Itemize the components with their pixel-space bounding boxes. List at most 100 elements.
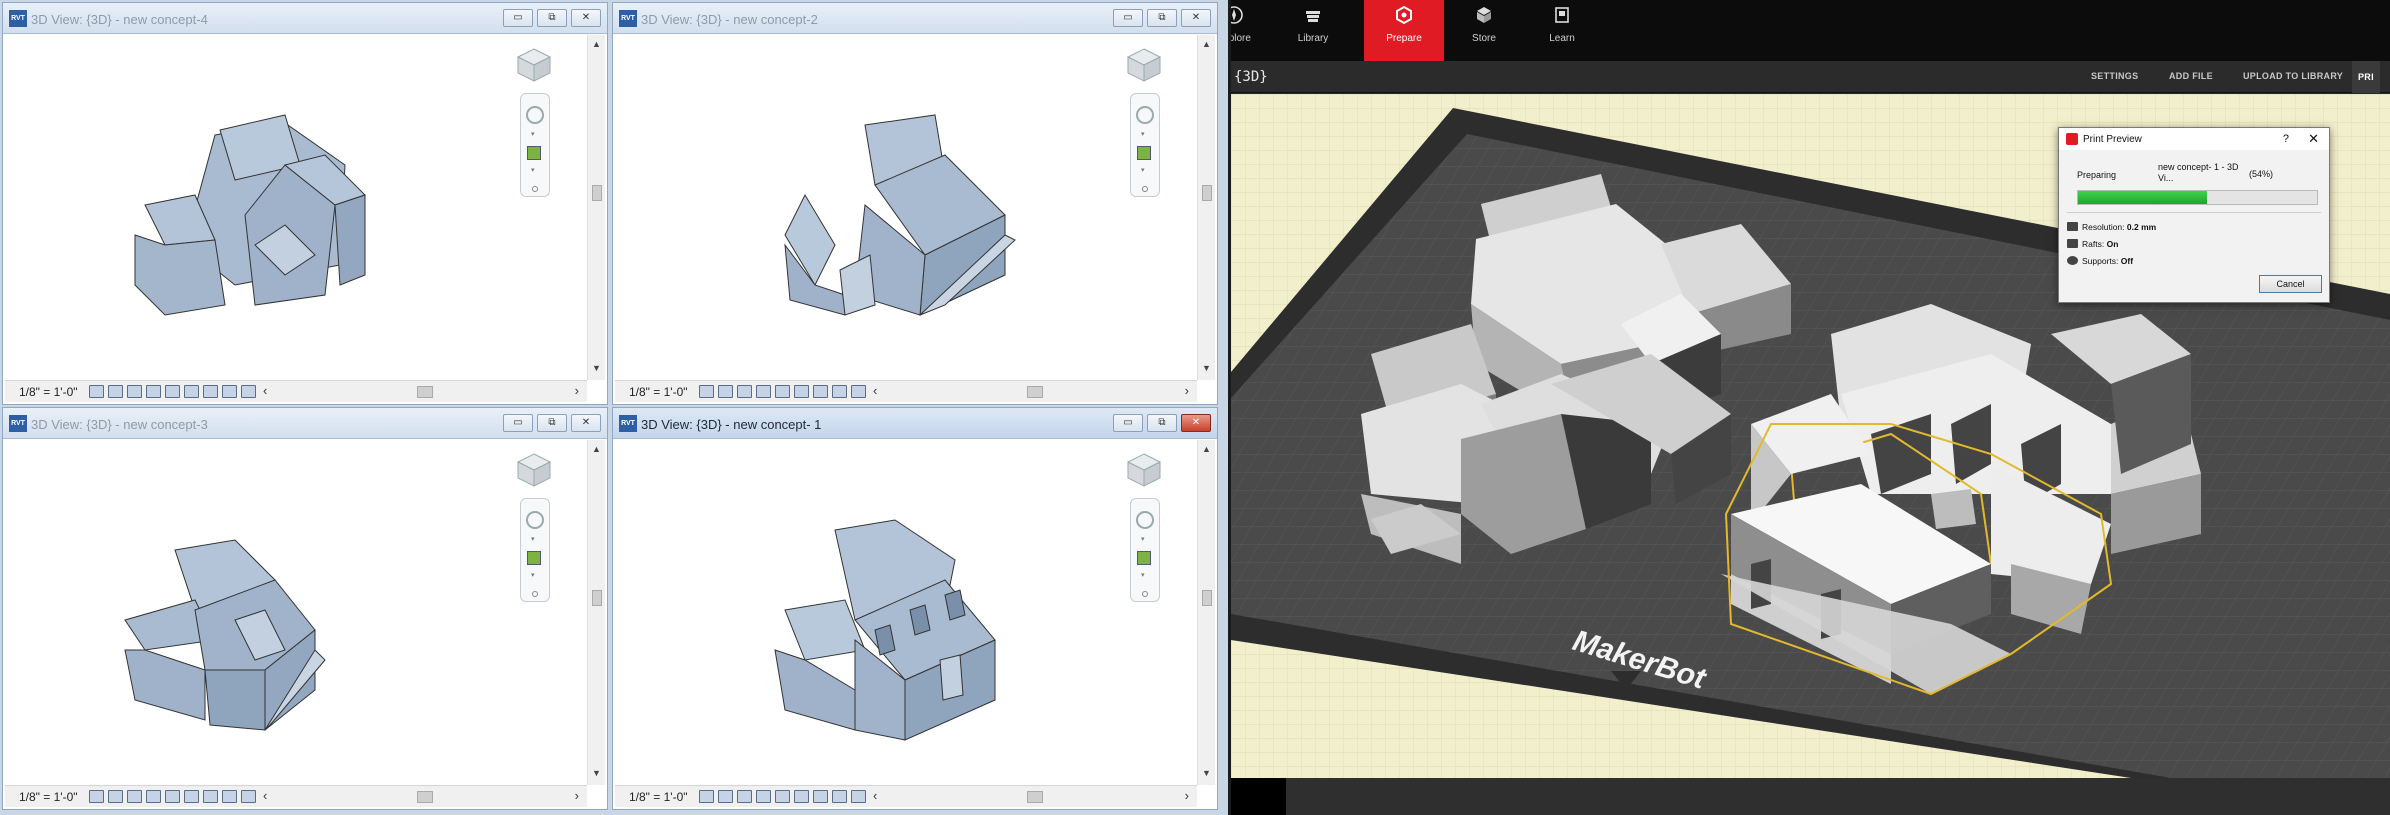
crop-view-icon[interactable]	[794, 790, 809, 803]
close-button[interactable]: ✕	[571, 414, 601, 432]
revit-view-pane[interactable]: RVT 3D View: {3D} - new concept-4 ▭ ⧉ ✕ …	[2, 2, 608, 405]
zoom-region-icon[interactable]	[527, 146, 541, 160]
scroll-left-icon[interactable]: ‹	[873, 788, 877, 803]
vertical-scrollbar[interactable]: ▲ ▼	[587, 440, 605, 785]
scroll-thumb[interactable]	[592, 185, 602, 201]
horizontal-scroll-thumb[interactable]	[1027, 791, 1043, 803]
scroll-left-icon[interactable]: ‹	[263, 383, 267, 398]
horizontal-scroll-thumb[interactable]	[417, 791, 433, 803]
zoom-region-icon[interactable]	[1137, 551, 1151, 565]
scroll-right-icon[interactable]: ›	[575, 383, 579, 398]
scroll-right-icon[interactable]: ›	[1185, 383, 1189, 398]
dropdown-arrow-icon[interactable]: ▾	[531, 130, 535, 138]
navigation-bar[interactable]: ▾ ▾	[520, 498, 550, 602]
crop-view-icon[interactable]	[794, 385, 809, 398]
steering-wheel-icon[interactable]	[1136, 511, 1154, 529]
crop-view-icon[interactable]	[184, 790, 199, 803]
revit-view-pane[interactable]: RVT 3D View: {3D} - new concept- 1 ▭ ⧉ ✕…	[612, 407, 1218, 810]
view-scale[interactable]: 1/8" = 1'-0"	[19, 790, 78, 804]
dropdown-arrow-icon[interactable]: ▾	[1141, 166, 1145, 174]
show-crop-icon[interactable]	[813, 385, 828, 398]
navbar-options-icon[interactable]	[1142, 591, 1148, 597]
navbar-options-icon[interactable]	[532, 591, 538, 597]
navbar-options-icon[interactable]	[532, 186, 538, 192]
scroll-thumb[interactable]	[1202, 590, 1212, 606]
render-icon[interactable]	[775, 790, 790, 803]
detail-level-icon[interactable]	[699, 385, 714, 398]
pane-title-bar[interactable]: RVT 3D View: {3D} - new concept-3 ▭ ⧉ ✕	[3, 408, 607, 439]
nav-learn[interactable]: Learn	[1522, 0, 1602, 61]
model-viewport[interactable]: ▾ ▾	[5, 440, 586, 785]
revit-view-pane[interactable]: RVT 3D View: {3D} - new concept-3 ▭ ⧉ ✕ …	[2, 407, 608, 810]
vertical-scrollbar[interactable]: ▲ ▼	[1197, 35, 1215, 380]
dropdown-arrow-icon[interactable]: ▾	[1141, 571, 1145, 579]
pane-title-bar[interactable]: RVT 3D View: {3D} - new concept-2 ▭ ⧉ ✕	[613, 3, 1217, 34]
dropdown-arrow-icon[interactable]: ▾	[531, 571, 535, 579]
upload-to-library-button[interactable]: UPLOAD TO LIBRARY	[2243, 71, 2343, 81]
steering-wheel-icon[interactable]	[526, 511, 544, 529]
scroll-down-icon[interactable]: ▼	[592, 363, 601, 373]
dropdown-arrow-icon[interactable]: ▾	[531, 166, 535, 174]
nav-library[interactable]: Library	[1273, 0, 1353, 61]
cancel-button[interactable]: Cancel	[2259, 275, 2322, 293]
nav-prepare[interactable]: Prepare	[1364, 0, 1444, 61]
vertical-scrollbar[interactable]: ▲ ▼	[1197, 440, 1215, 785]
zoom-region-icon[interactable]	[527, 551, 541, 565]
steering-wheel-icon[interactable]	[1136, 106, 1154, 124]
restore-button[interactable]: ⧉	[1147, 414, 1177, 432]
vertical-scrollbar[interactable]: ▲ ▼	[587, 35, 605, 380]
temporary-hide-icon[interactable]	[222, 385, 237, 398]
sun-path-icon[interactable]	[737, 385, 752, 398]
scroll-thumb[interactable]	[1202, 185, 1212, 201]
scroll-thumb[interactable]	[592, 590, 602, 606]
model-viewport[interactable]: ▾ ▾	[615, 440, 1196, 785]
reveal-hidden-icon[interactable]	[241, 790, 256, 803]
model-viewport[interactable]: ▾ ▾	[615, 35, 1196, 380]
dropdown-arrow-icon[interactable]: ▾	[531, 535, 535, 543]
scroll-left-icon[interactable]: ‹	[873, 383, 877, 398]
pane-title-bar[interactable]: RVT 3D View: {3D} - new concept- 1 ▭ ⧉ ✕	[613, 408, 1217, 439]
dropdown-arrow-icon[interactable]: ▾	[1141, 130, 1145, 138]
restore-button[interactable]: ⧉	[1147, 9, 1177, 27]
close-button[interactable]: ✕	[1181, 9, 1211, 27]
navigation-bar[interactable]: ▾ ▾	[520, 93, 550, 197]
scroll-up-icon[interactable]: ▲	[592, 444, 601, 454]
sun-path-icon[interactable]	[127, 790, 142, 803]
viewcube-icon[interactable]	[514, 45, 554, 85]
shadows-icon[interactable]	[756, 385, 771, 398]
nav-store[interactable]: Store	[1444, 0, 1524, 61]
viewcube-icon[interactable]	[1124, 45, 1164, 85]
horizontal-scroll-thumb[interactable]	[417, 386, 433, 398]
detail-level-icon[interactable]	[89, 385, 104, 398]
nav-explore[interactable]: Explore	[1231, 0, 1274, 61]
scroll-down-icon[interactable]: ▼	[592, 768, 601, 778]
dropdown-arrow-icon[interactable]: ▾	[1141, 535, 1145, 543]
viewcube-icon[interactable]	[514, 450, 554, 490]
detail-level-icon[interactable]	[89, 790, 104, 803]
scroll-down-icon[interactable]: ▼	[1202, 768, 1211, 778]
show-crop-icon[interactable]	[203, 385, 218, 398]
reveal-hidden-icon[interactable]	[851, 385, 866, 398]
scroll-up-icon[interactable]: ▲	[1202, 444, 1211, 454]
scroll-right-icon[interactable]: ›	[1185, 788, 1189, 803]
settings-button[interactable]: SETTINGS	[2091, 71, 2138, 81]
render-icon[interactable]	[165, 385, 180, 398]
visual-style-icon[interactable]	[108, 790, 123, 803]
pane-title-bar[interactable]: RVT 3D View: {3D} - new concept-4 ▭ ⧉ ✕	[3, 3, 607, 34]
minimize-button[interactable]: ▭	[503, 414, 533, 432]
temporary-hide-icon[interactable]	[832, 790, 847, 803]
model-viewport[interactable]: ▾ ▾	[5, 35, 586, 380]
scroll-up-icon[interactable]: ▲	[1202, 39, 1211, 49]
close-button[interactable]: ✕	[1181, 414, 1211, 432]
show-crop-icon[interactable]	[203, 790, 218, 803]
sun-path-icon[interactable]	[127, 385, 142, 398]
visual-style-icon[interactable]	[108, 385, 123, 398]
scroll-up-icon[interactable]: ▲	[592, 39, 601, 49]
scroll-left-icon[interactable]: ‹	[263, 788, 267, 803]
shadows-icon[interactable]	[756, 790, 771, 803]
navigation-bar[interactable]: ▾ ▾	[1130, 498, 1160, 602]
shadows-icon[interactable]	[146, 790, 161, 803]
reveal-hidden-icon[interactable]	[241, 385, 256, 398]
horizontal-scroll-thumb[interactable]	[1027, 386, 1043, 398]
zoom-region-icon[interactable]	[1137, 146, 1151, 160]
